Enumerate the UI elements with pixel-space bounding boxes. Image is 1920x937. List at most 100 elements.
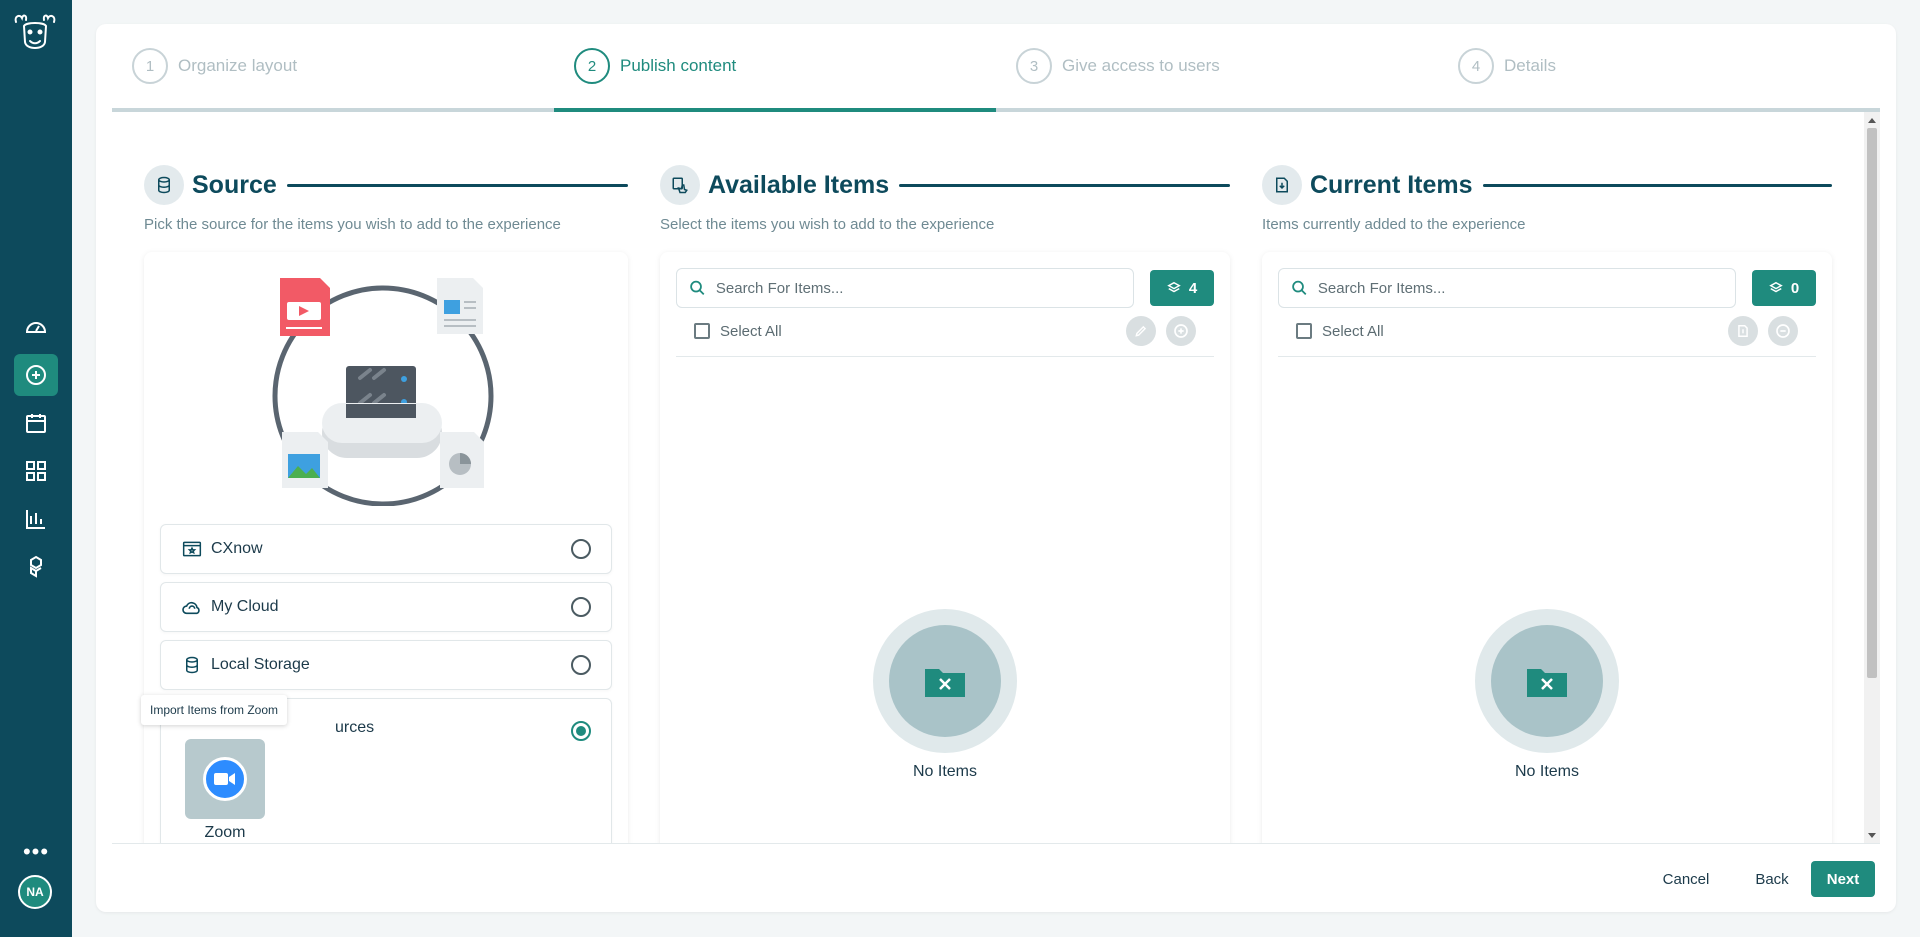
scroll-thumb[interactable] (1867, 128, 1877, 678)
empty-folder-icon (925, 669, 965, 697)
local-storage-radio[interactable] (571, 655, 591, 675)
move-button[interactable] (1728, 316, 1758, 346)
available-count: 4 (1188, 279, 1198, 297)
zoom-camera-icon (203, 757, 247, 801)
current-items-subtitle: Items currently added to the experience (1262, 216, 1526, 233)
source-option-cxnow[interactable]: CXnow (160, 524, 612, 574)
current-search-input[interactable] (1317, 279, 1723, 297)
analytics-nav-button[interactable] (14, 498, 58, 540)
plus-circle-icon (26, 365, 46, 385)
search-icon (690, 280, 705, 295)
sidebar: ••• NA (0, 0, 72, 937)
available-items-panel: 4 Select All No Items (660, 252, 1230, 843)
divider (676, 356, 1214, 357)
calendar-nav-button[interactable] (14, 402, 58, 444)
divider (1278, 356, 1816, 357)
available-items-title: Available Items (708, 170, 890, 199)
cxnow-icon (181, 538, 203, 560)
step-label: Give access to users (1062, 56, 1220, 75)
apps-nav-button[interactable] (14, 450, 58, 492)
item-added-icon (1738, 325, 1748, 337)
vertical-scrollbar[interactable] (1864, 112, 1880, 843)
header-line (286, 183, 628, 187)
available-items-header: Available Items (660, 163, 1230, 207)
empty-text: No Items (912, 763, 977, 780)
back-button[interactable]: Back (1742, 861, 1802, 897)
step-number: 4 (1458, 48, 1494, 84)
step-label: Publish content (620, 56, 737, 75)
dashboard-nav-button[interactable] (14, 306, 58, 348)
option-label: My Cloud (211, 598, 279, 615)
current-count-button[interactable]: 0 (1752, 270, 1816, 306)
zoom-tooltip: Import Items from Zoom (141, 695, 288, 725)
database-icon (181, 654, 203, 676)
content-scroll-area[interactable]: Source Pick the source for the items you… (112, 112, 1880, 844)
minus-circle-icon (1776, 324, 1790, 338)
current-items-panel: 0 Select All No Items (1262, 252, 1832, 843)
current-count: 0 (1790, 279, 1800, 297)
edit-button[interactable] (1126, 316, 1156, 346)
grid-icon (26, 461, 46, 481)
step-label: Organize layout (178, 56, 298, 75)
select-all-label: Select All (720, 322, 782, 340)
stepper: 1 Organize layout 2 Publish content 3 Gi… (112, 24, 1880, 112)
cubes-icon (30, 555, 42, 578)
source-subtitle: Pick the source for the items you wish t… (144, 216, 561, 233)
source-header: Source (144, 163, 628, 207)
add-button[interactable] (1166, 316, 1196, 346)
current-items-header: Current Items (1262, 163, 1832, 207)
scroll-down-arrow-icon[interactable] (1868, 833, 1876, 838)
more-button[interactable]: ••• (14, 839, 58, 864)
current-select-all[interactable]: Select All (1296, 319, 1384, 343)
source-option-local-storage[interactable]: Local Storage (160, 640, 612, 690)
option-label: CXnow (211, 540, 263, 557)
scroll-up-arrow-icon[interactable] (1868, 118, 1876, 123)
create-nav-button[interactable] (14, 354, 58, 396)
select-all-checkbox[interactable] (1296, 323, 1312, 339)
step-number: 3 (1016, 48, 1052, 84)
step-organize-layout[interactable]: 1 Organize layout (112, 24, 554, 112)
storage-illustration-icon (272, 278, 494, 506)
integrations-nav-button[interactable] (14, 546, 58, 588)
pencil-icon (1135, 325, 1147, 337)
empty-text: No Items (1514, 763, 1579, 780)
external-resources-radio[interactable] (571, 721, 591, 741)
next-button[interactable]: Next (1811, 861, 1875, 897)
source-option-my-cloud[interactable]: My Cloud (160, 582, 612, 632)
calendar-icon (26, 414, 46, 433)
step-label: Details (1504, 56, 1556, 75)
current-items-title: Current Items (1310, 170, 1473, 199)
step-details[interactable]: 4 Details (1438, 24, 1880, 112)
select-all-checkbox[interactable] (694, 323, 710, 339)
current-search[interactable] (1278, 268, 1736, 308)
header-line (1482, 183, 1832, 187)
my-cloud-radio[interactable] (571, 597, 591, 617)
cxnow-radio[interactable] (571, 539, 591, 559)
moose-logo-icon[interactable] (12, 12, 58, 54)
plus-circle-icon (1174, 324, 1188, 338)
cancel-button[interactable]: Cancel (1648, 861, 1724, 897)
available-count-button[interactable]: 4 (1150, 270, 1214, 306)
step-publish-content[interactable]: 2 Publish content (554, 24, 996, 112)
available-select-all[interactable]: Select All (694, 319, 782, 343)
source-title: Source (192, 170, 277, 199)
gauge-icon (25, 322, 47, 333)
available-search[interactable] (676, 268, 1134, 308)
zoom-label: Zoom (204, 824, 246, 841)
zoom-source-tile[interactable] (185, 739, 265, 819)
step-number: 2 (574, 48, 610, 84)
header-line (899, 183, 1230, 187)
step-give-access[interactable]: 3 Give access to users (996, 24, 1438, 112)
avatar[interactable]: NA (18, 875, 52, 909)
bar-chart-icon (26, 510, 45, 529)
item-added-icon (1262, 165, 1302, 205)
database-icon (144, 165, 184, 205)
empty-folder-icon (1527, 669, 1567, 697)
layers-icon (1769, 281, 1783, 293)
hand-pointer-icon (660, 165, 700, 205)
available-search-input[interactable] (715, 279, 1121, 297)
step-number: 1 (132, 48, 168, 84)
search-icon (1292, 280, 1307, 295)
layers-icon (1167, 281, 1181, 293)
remove-button[interactable] (1768, 316, 1798, 346)
